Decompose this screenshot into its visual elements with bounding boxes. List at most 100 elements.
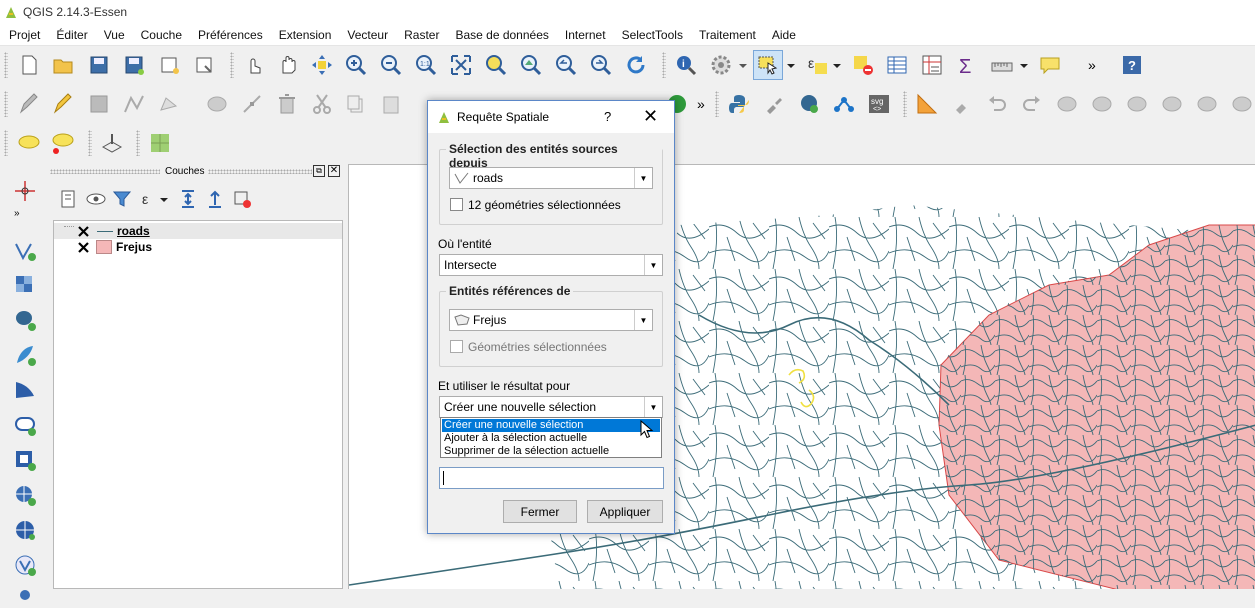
delete-ring-icon[interactable] — [1194, 91, 1220, 117]
panel-grip[interactable] — [50, 169, 160, 174]
refresh-icon[interactable] — [623, 52, 649, 78]
touch-zoom-icon[interactable] — [241, 52, 267, 78]
toolbar-grip[interactable] — [903, 91, 907, 117]
option-remove-from-selection[interactable]: Supprimer de la sélection actuelle — [442, 445, 660, 458]
close-dialog-button[interactable]: ✕ — [643, 106, 658, 127]
toolbar-overflow-chevron[interactable]: » — [697, 96, 705, 112]
toolbar-grip[interactable] — [662, 52, 666, 78]
result-progress-field[interactable] — [439, 467, 664, 489]
zoom-to-selection-icon[interactable] — [483, 52, 509, 78]
zoom-out-icon[interactable] — [378, 52, 404, 78]
select-features-icon[interactable] — [753, 50, 783, 80]
zoom-next-icon[interactable] — [588, 52, 614, 78]
expand-chevron-icon[interactable]: » — [14, 208, 20, 219]
measure-line-icon[interactable] — [989, 52, 1015, 78]
fill-ring-icon[interactable] — [1159, 91, 1185, 117]
redo-icon[interactable] — [1019, 91, 1045, 117]
field-calculator-icon[interactable] — [919, 52, 945, 78]
menu-extension[interactable]: Extension — [270, 28, 339, 42]
new-print-composer-icon[interactable] — [156, 52, 182, 78]
expand-all-icon[interactable] — [175, 186, 201, 212]
paste-features-icon[interactable] — [378, 91, 404, 117]
save-edits-icon[interactable] — [86, 91, 112, 117]
ruler-triangle-icon[interactable] — [914, 91, 940, 117]
manage-visibility-icon[interactable] — [83, 186, 109, 212]
pin-icon[interactable] — [949, 91, 975, 117]
where-operation-select[interactable]: Intersecte ▼ — [439, 254, 663, 276]
filter-legend-icon[interactable] — [109, 186, 135, 212]
menu-base-de-donnees[interactable]: Base de données — [446, 28, 555, 42]
close-panel-icon[interactable]: ✕ — [328, 165, 340, 177]
help-button[interactable]: ? — [604, 109, 611, 124]
apply-button[interactable]: Appliquer — [587, 500, 663, 523]
toggle-editing-icon[interactable] — [50, 91, 76, 117]
use-result-select[interactable]: Créer une nouvelle sélection ▼ — [439, 396, 663, 418]
menu-selecttools[interactable]: SelectTools — [613, 28, 690, 42]
add-wcs-layer-icon[interactable] — [12, 482, 38, 508]
add-group-icon[interactable] — [55, 186, 81, 212]
source-selected-checkbox[interactable] — [450, 198, 463, 211]
zoom-to-layer-icon[interactable] — [518, 52, 544, 78]
dropdown-arrow-icon[interactable] — [831, 52, 843, 78]
add-layer-icon[interactable] — [12, 582, 38, 608]
deselect-all-icon[interactable] — [850, 52, 876, 78]
add-raster-layer-icon[interactable] — [12, 272, 38, 298]
identify-features-icon[interactable]: i — [673, 52, 699, 78]
map-tips-icon[interactable] — [1037, 52, 1063, 78]
open-project-icon[interactable] — [50, 52, 76, 78]
menu-vecteur[interactable]: Vecteur — [338, 28, 395, 42]
pan-icon[interactable] — [275, 52, 301, 78]
close-button[interactable]: Fermer — [503, 500, 577, 523]
toolbar-overflow-chevron[interactable]: » — [1088, 57, 1096, 73]
menu-aide[interactable]: Aide — [763, 28, 803, 42]
layer-row-frejus[interactable]: Frejus — [54, 239, 342, 255]
save-as-icon[interactable] — [121, 52, 147, 78]
statistical-summary-icon[interactable]: Σ — [954, 52, 980, 78]
add-postgis-layer-icon[interactable] — [12, 307, 38, 333]
menu-couche[interactable]: Couche — [132, 28, 189, 42]
menu-projet[interactable]: Projet — [0, 28, 47, 42]
add-wfs-layer-icon[interactable] — [12, 517, 38, 543]
source-layer-select[interactable]: roads ▼ — [449, 167, 653, 189]
dropdown-arrow-icon[interactable] — [158, 186, 170, 212]
raster-map-icon[interactable] — [147, 130, 173, 156]
menu-vue[interactable]: Vue — [95, 28, 132, 42]
menu-traitement[interactable]: Traitement — [690, 28, 763, 42]
option-add-to-selection[interactable]: Ajouter à la sélection actuelle — [442, 432, 660, 445]
layer-row-roads[interactable]: roads — [54, 223, 342, 239]
toolbar-grip[interactable] — [715, 91, 719, 117]
add-ring-icon[interactable] — [1089, 91, 1115, 117]
zoom-full-icon[interactable] — [448, 52, 474, 78]
zoom-in-icon[interactable] — [343, 52, 369, 78]
composer-manager-icon[interactable] — [191, 52, 217, 78]
menu-preferences[interactable]: Préférences — [189, 28, 270, 42]
dropdown-arrow-icon[interactable] — [737, 52, 749, 78]
toolbar-grip[interactable] — [88, 130, 92, 156]
add-vector-layer-icon[interactable] — [12, 237, 38, 263]
add-oracle-layer-icon[interactable] — [12, 412, 38, 438]
float-panel-icon[interactable]: ⧉ — [313, 165, 325, 177]
reference-selected-checkbox[interactable] — [450, 340, 463, 353]
postgis-icon[interactable] — [796, 91, 822, 117]
cut-features-icon[interactable] — [309, 91, 335, 117]
toolbar-grip[interactable] — [136, 130, 140, 156]
toolbar-grip[interactable] — [4, 91, 8, 117]
add-feature-icon[interactable] — [156, 91, 182, 117]
select-by-expression-icon[interactable]: ε — [804, 52, 830, 78]
dropdown-arrow-icon[interactable] — [785, 52, 797, 78]
text-annotation-icon[interactable] — [16, 130, 42, 156]
add-wms-layer-icon[interactable] — [12, 447, 38, 473]
zoom-native-icon[interactable]: 1:1 — [413, 52, 439, 78]
collapse-all-icon[interactable] — [202, 186, 228, 212]
option-create-new-selection[interactable]: Créer une nouvelle sélection — [442, 419, 660, 432]
menu-internet[interactable]: Internet — [556, 28, 613, 42]
dropdown-arrow-icon[interactable] — [1018, 52, 1030, 78]
layer-visibility-checkbox[interactable] — [78, 225, 89, 237]
whats-this-help-icon[interactable]: ? — [1119, 52, 1145, 78]
simplify-feature-icon[interactable] — [1054, 91, 1080, 117]
remove-layer-icon[interactable] — [229, 186, 255, 212]
zoom-last-icon[interactable] — [553, 52, 579, 78]
move-feature-icon[interactable] — [204, 91, 230, 117]
add-spatialite-layer-icon[interactable] — [12, 342, 38, 368]
add-part-icon[interactable] — [1124, 91, 1150, 117]
